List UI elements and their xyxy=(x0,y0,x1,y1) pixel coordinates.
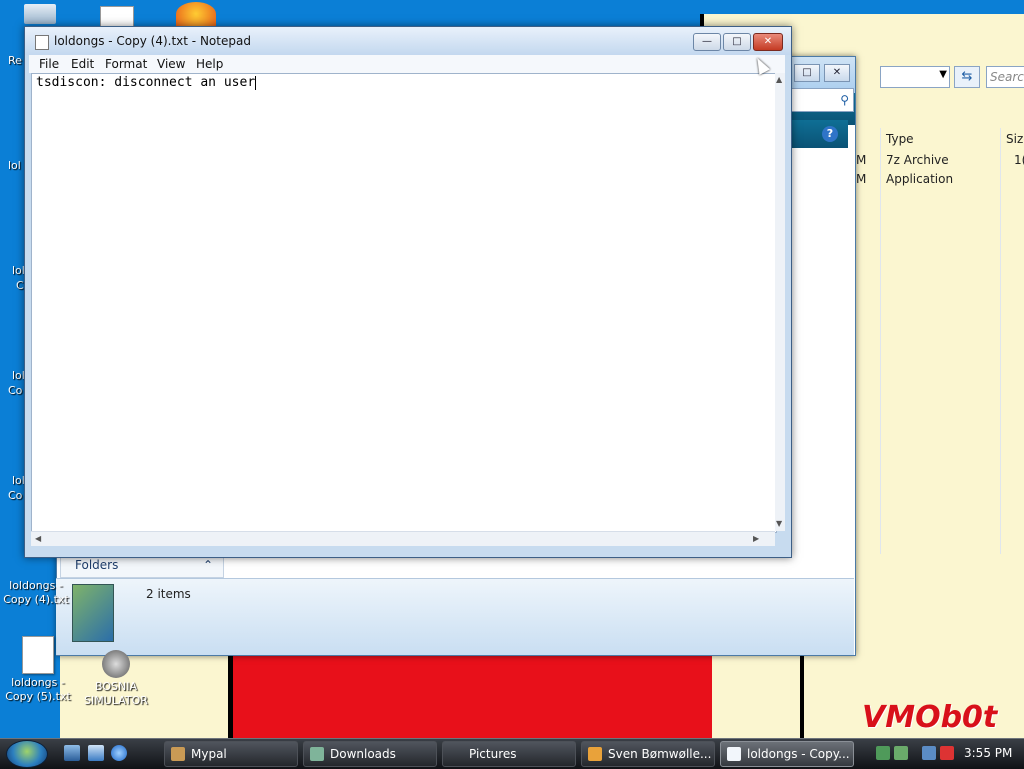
horizontal-scrollbar[interactable]: ◀ ▶ xyxy=(31,531,775,546)
column-separator xyxy=(880,128,881,554)
column-separator xyxy=(1000,128,1001,554)
row-type[interactable]: 7z Archive xyxy=(886,153,949,167)
fox-icon xyxy=(588,747,602,761)
close-button[interactable]: ✕ xyxy=(824,64,850,82)
desktop-label-partial[interactable]: C xyxy=(16,279,24,293)
notepad-icon xyxy=(727,747,741,761)
taskbar-button-notepad[interactable]: loldongs - Copy... xyxy=(720,741,854,767)
firefox-icon[interactable] xyxy=(176,2,216,26)
refresh-icon: ⇆ xyxy=(961,69,973,84)
desktop-file-label: loldongs - Copy (5).txt xyxy=(5,676,71,703)
chevron-down-icon: ▼ xyxy=(939,69,947,80)
desktop-label-partial[interactable]: lol xyxy=(12,474,25,488)
scroll-right-icon[interactable]: ▶ xyxy=(753,534,759,543)
taskbar-button-mypal[interactable]: Mypal xyxy=(164,741,298,767)
maximize-button[interactable]: □ xyxy=(723,33,751,51)
desktop-file-label: loldongs - Copy (4).txt xyxy=(3,579,69,606)
scroll-left-icon[interactable]: ◀ xyxy=(35,534,41,543)
row-size-partial: 1( xyxy=(1014,153,1024,167)
menu-view[interactable]: View xyxy=(157,57,185,71)
explorer-window-controls: □ ✕ xyxy=(790,64,850,82)
desktop-file-icon[interactable]: loldongs - Copy (4).txt xyxy=(0,579,72,607)
desktop-shortcut-icon[interactable]: BOSNIA SIMULATOR xyxy=(80,650,152,708)
address-dropdown[interactable]: ▼ xyxy=(880,66,950,88)
desktop-label-partial[interactable]: Co xyxy=(8,384,22,398)
vertical-scrollbar[interactable]: ▲ ▼ xyxy=(775,73,785,531)
editor-content: tsdiscon: disconnect an user xyxy=(36,75,256,90)
menu-help[interactable]: Help xyxy=(196,57,223,71)
mypal-icon xyxy=(171,747,185,761)
explorer-header-bar xyxy=(790,120,848,148)
document-icon[interactable] xyxy=(100,6,134,28)
menu-file[interactable]: File xyxy=(39,57,59,71)
text-file-icon xyxy=(22,636,54,674)
network-icon[interactable] xyxy=(876,746,890,760)
notepad-titlebar[interactable]: loldongs - Copy (4).txt - Notepad — □ ✕ xyxy=(25,27,791,55)
search-input[interactable]: Search xyxy=(986,66,1024,88)
shortcut-icon xyxy=(102,650,130,678)
help-icon[interactable]: ? xyxy=(822,126,838,142)
menu-format[interactable]: Format xyxy=(105,57,147,71)
column-header-type[interactable]: Type xyxy=(886,128,914,150)
folder-thumbnail-icon xyxy=(72,584,114,642)
search-icon: ⚲ xyxy=(840,93,849,107)
volume-muted-icon[interactable] xyxy=(940,746,954,760)
menu-bar: File Edit Format View Help xyxy=(29,55,785,73)
watermark: VMOb0t xyxy=(862,700,998,735)
desktop-file-icon[interactable]: loldongs - Copy (5).txt xyxy=(2,636,74,704)
chevron-up-icon: ⌃ xyxy=(203,558,214,572)
menu-edit[interactable]: Edit xyxy=(71,57,94,71)
folder-icon xyxy=(310,747,324,761)
desktop-label-partial[interactable]: lol xyxy=(8,159,21,173)
taskbar-clock[interactable]: 3:55 PM xyxy=(964,746,1012,760)
row-type[interactable]: Application xyxy=(886,172,953,186)
taskbar-button-firefox[interactable]: Sven Bømwølle... xyxy=(581,741,715,767)
switch-windows-icon[interactable] xyxy=(88,745,104,761)
maximize-button[interactable]: □ xyxy=(794,64,820,82)
row-date-partial: M xyxy=(856,153,867,167)
start-button[interactable] xyxy=(6,740,48,768)
column-header-size[interactable]: Size xyxy=(1006,128,1024,150)
show-desktop-icon[interactable] xyxy=(64,745,80,761)
desktop-label-partial[interactable]: Re xyxy=(8,54,22,68)
network-icon[interactable] xyxy=(894,746,908,760)
item-count: 2 items xyxy=(146,587,191,601)
recycle-bin-icon[interactable] xyxy=(24,4,56,24)
close-button[interactable]: ✕ xyxy=(753,33,783,51)
minimize-button[interactable]: — xyxy=(693,33,721,51)
refresh-button[interactable]: ⇆ xyxy=(954,66,980,88)
desktop-shortcut-label: BOSNIA SIMULATOR xyxy=(84,680,148,707)
search-box-button[interactable]: ⚲ xyxy=(790,88,854,112)
row-date-partial: M xyxy=(856,172,867,186)
desktop-label-partial[interactable]: lol xyxy=(12,369,25,383)
scroll-down-icon[interactable]: ▼ xyxy=(776,519,782,528)
display-icon[interactable] xyxy=(922,746,936,760)
folders-label: Folders xyxy=(75,558,119,572)
desktop-label-partial[interactable]: lol xyxy=(12,264,25,278)
wallpaper-cartoon-right xyxy=(712,652,804,738)
taskbar-button-pictures[interactable]: Pictures xyxy=(442,741,576,767)
wallpaper-cartoon-red xyxy=(228,652,722,738)
scroll-up-icon[interactable]: ▲ xyxy=(776,75,782,84)
internet-explorer-icon[interactable] xyxy=(111,745,127,761)
notepad-icon xyxy=(35,35,49,50)
notepad-window[interactable]: loldongs - Copy (4).txt - Notepad — □ ✕ … xyxy=(24,26,792,558)
text-caret xyxy=(255,75,257,90)
window-title: loldongs - Copy (4).txt - Notepad xyxy=(54,34,251,48)
text-editor[interactable]: tsdiscon: disconnect an user xyxy=(31,73,777,533)
taskbar-button-downloads[interactable]: Downloads xyxy=(303,741,437,767)
desktop-label-partial[interactable]: Co xyxy=(8,489,22,503)
